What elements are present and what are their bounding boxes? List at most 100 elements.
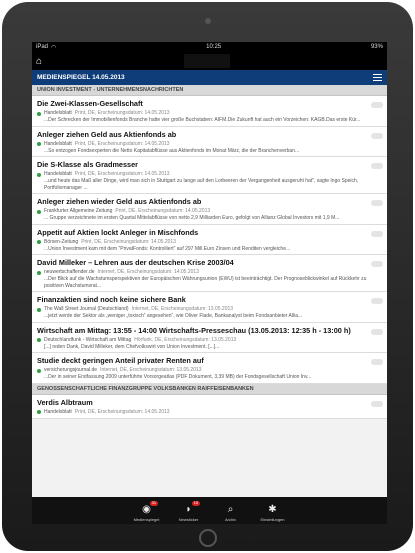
article-title: Wirtschaft am Mittag: 13:55 - 14:00 Wirt… [37,325,351,335]
article-date: Print, DE, Erscheinungsdatum: 14.05.2013 [74,140,170,147]
list-item[interactable]: Wirtschaft am Mittag: 13:55 - 14:00 Wirt… [32,322,387,353]
section-header: GENOSSENSCHAFTLICHE FINANZGRUPPE VOLKSBA… [32,383,387,395]
home-button[interactable] [199,529,217,547]
status-dot-icon [37,172,41,177]
article-date: Print, DE, Erscheinungsdatum: 14.05.2013 [81,238,176,245]
article-snippet: ... Gruppe verzeichnete im ersten Quarta… [44,215,340,221]
article-meta: Deutschlandfunk - Wirtschaft am Mittag Hö… [37,337,382,344]
article-date: Print, DE, Erscheinungsdatum: 14.05.2013 [74,110,170,116]
medienspiegel-icon: ◉ [142,504,151,515]
list-item[interactable]: Finanzaktien sind noch keine sichere Ban… [32,292,387,323]
section-header: UNION INVESTMENT - UNTERNEHMENSNACHRICHT… [32,85,387,96]
comment-badge-icon [371,261,383,267]
tab-label: Newsticker [178,517,199,522]
status-dot-icon [37,410,41,414]
article-date: Print, DE, Erscheinungsdatum: 14.05.2013 [74,408,170,415]
article-meta: versicherungsjournal.de Internet, DE, Ers… [37,367,382,374]
wifi-icon: ◠ [51,44,57,51]
article-title: Die S-Klasse als Gradmesser [37,160,138,169]
status-time: 10:25 [206,44,222,50]
article-date: Internet, DE, Erscheinungsdatum: 14.05.2… [97,269,199,275]
article-source: neuwertschaffender.de [44,269,95,275]
camera [205,18,211,24]
rss-icon: ◗ [185,504,192,515]
tab-search[interactable]: ⌕ Archiv [217,504,245,522]
article-date: Hörfunk, DE, Erscheinungsdatum: 13.05.20… [134,336,237,343]
comment-badge-icon [371,163,383,169]
article-meta: Handelsblatt Print, DE, Erscheinungsdatum… [37,110,382,117]
article-source: Handelsblatt [44,408,72,415]
list-item[interactable]: Appetit auf Aktien lockt Anleger in Misc… [32,224,387,255]
carrier-label: iPad [36,44,49,50]
status-dot-icon [37,209,41,214]
comment-badge-icon [371,298,383,304]
comment-badge-icon [371,328,383,335]
status-dot-icon [37,307,41,312]
article-snippet: ...Der Schrecken der Immobilienfonds Bra… [44,117,361,123]
tab-rss[interactable]: ◗ 15 Newsticker [175,501,203,522]
comment-badge-icon [371,359,383,365]
article-source: Handelsblatt [44,140,72,147]
list-item[interactable]: Anleger ziehen wieder Geld aus Aktienfon… [32,194,387,225]
list-item[interactable]: Die S-Klasse als Gradmesser Handelsblatt P… [32,157,387,194]
tab-gear[interactable]: ✱ Einstellungen [259,504,287,522]
article-meta: Handelsblatt Print, DE, Erscheinungsdatum… [37,409,382,416]
article-feed[interactable]: UNION INVESTMENT - UNTERNEHMENSNACHRICHT… [32,85,387,419]
redacted-area [184,54,230,68]
comment-badge-icon [371,400,383,407]
article-snippet: [...] reden Dank, David Milleker, dem Ch… [44,343,220,350]
home-icon[interactable]: ⌂ [36,56,42,67]
title-bar: MEDIENSPIEGEL 14.05.2013 [32,70,387,85]
article-meta: The Wall Street Journal (Deutschland) Int… [37,306,382,313]
article-source: The Wall Street Journal (Deutschland) [44,306,129,312]
article-title: Anleger ziehen Geld aus Aktienfonds ab [37,129,177,139]
article-title: Die Zwei-Klassen-Gesellschaft [37,99,143,108]
article-title: Appetit auf Aktien lockt Anleger in Misc… [37,227,199,237]
status-bar: iPad ◠ 10:25 93% [32,42,387,52]
status-dot-icon [37,111,41,116]
article-date: Print, DE, Erscheinungsdatum: 14.05.2013 [115,208,211,214]
list-item[interactable]: Studie deckt geringen Anteil privater Re… [32,353,387,384]
tab-label: Einstellungen [260,517,285,522]
tab-medienspiegel[interactable]: ◉ 31 Medienspiegel [133,501,161,522]
article-title: David Milleker – Lehren aus der deutsche… [37,258,234,267]
article-date: Internet, DE, Erscheinungsdatum: 13.05.2… [100,367,202,373]
article-snippet: ...jetzt werde der Sektor als „weniger „… [44,313,303,319]
status-dot-icon [37,368,41,373]
comment-badge-icon [371,102,383,108]
article-title: Finanzaktien sind noch keine sichere Ban… [37,295,186,304]
list-item[interactable]: Anleger ziehen Geld aus Aktienfonds ab Ha… [32,126,387,157]
list-item[interactable]: Die Zwei-Klassen-Gesellschaft Handelsblat… [32,96,387,127]
tab-label: Archiv [224,517,237,522]
article-snippet: ...Der Blick auf die Wachstumsperspektiv… [44,276,367,289]
status-dot-icon [37,240,41,244]
article-source: Deutschlandfunk - Wirtschaft am Mittag [44,336,132,343]
article-source: Frankfurter Allgemeine Zeitung [44,208,113,214]
article-date: Internet, DE, Erscheinungsdatum: 13.05.2… [131,306,234,312]
status-dot-icon [37,338,41,342]
nav-bar: ⌂ [32,52,387,70]
page-title: MEDIENSPIEGEL 14.05.2013 [37,74,125,81]
gear-icon: ✱ [268,504,277,515]
tab-label: Medienspiegel [133,517,160,522]
article-snippet: ...So entzogen Fondsexperten die Netto K… [44,147,300,154]
article-title: Verdis Albtraum [37,397,93,407]
tab-bar: ◉ 31 Medienspiegel ◗ 15 Newsticker ⌕ Archiv ✱ Ein… [32,497,387,524]
list-item[interactable]: David Milleker – Lehren aus der deutsche… [32,255,387,292]
screen: iPad ◠ 10:25 93% ⌂ MEDIENSPIEGEL 14.05.2… [32,42,387,524]
article-meta: neuwertschaffender.de Internet, DE, Ersch… [37,269,382,276]
article-source: versicherungsjournal.de [44,367,98,373]
article-source: Handelsblatt [44,171,72,177]
article-date: Print, DE, Erscheinungsdatum: 14.05.2013 [74,171,170,177]
status-dot-icon [37,142,41,146]
article-snippet: ...Union Investment kam mit dem "PrivatF… [44,245,291,252]
article-meta: Handelsblatt Print, DE, Erscheinungsdatum… [37,171,382,178]
comment-badge-icon [371,200,383,206]
article-meta: Börsen-Zeitung Print, DE, Erscheinungsdat… [37,239,382,246]
article-snippet: ...und heute das Maß aller Dinge, wird m… [44,178,359,191]
article-title: Studie deckt geringen Anteil privater Re… [37,356,204,365]
article-meta: Frankfurter Allgemeine Zeitung Print, DE,… [37,208,382,215]
menu-icon[interactable] [373,73,382,82]
list-item[interactable]: Verdis Albtraum Handelsblatt Print, DE, Er… [32,394,387,419]
search-icon: ⌕ [227,504,234,515]
